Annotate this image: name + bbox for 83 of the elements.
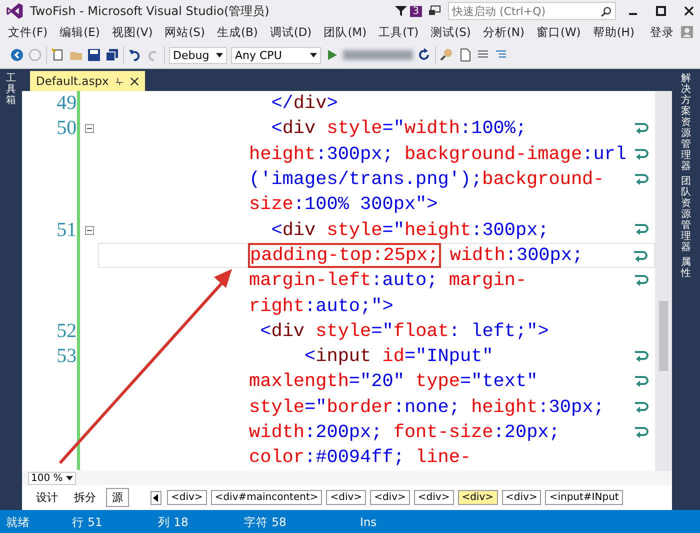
code-line: size:100% 300px"> bbox=[249, 194, 438, 216]
menu-item[interactable]: 文件(F) bbox=[2, 24, 54, 40]
line-number: 53 bbox=[56, 345, 77, 368]
menu-item[interactable]: 测试(S) bbox=[424, 24, 477, 40]
blurred-target bbox=[343, 50, 413, 60]
menu-item[interactable]: 编辑(E) bbox=[54, 24, 106, 40]
menu-item[interactable]: 工具(T) bbox=[372, 24, 425, 40]
collapse-icon[interactable] bbox=[84, 124, 94, 134]
insert-mode-indicator: Ins bbox=[359, 515, 377, 529]
quick-launch-field[interactable]: 快速启动 (Ctrl+Q) bbox=[448, 2, 616, 20]
dropdown-caret-icon bbox=[66, 476, 73, 480]
view-mode-button[interactable]: 拆分 bbox=[68, 488, 102, 507]
pin-icon[interactable] bbox=[114, 76, 124, 86]
menu-item[interactable]: 窗口(W) bbox=[530, 24, 587, 40]
status-text: 就绪 bbox=[5, 514, 31, 530]
breadcrumb-tag[interactable]: <div#maincontent> bbox=[210, 490, 322, 505]
char-indicator: 字符 58 bbox=[243, 514, 288, 530]
filter-icon[interactable] bbox=[394, 4, 408, 18]
document-icon[interactable] bbox=[458, 48, 472, 62]
breadcrumb-tag[interactable]: <div> bbox=[326, 490, 366, 505]
play-icon[interactable] bbox=[325, 48, 339, 62]
line-number: 51 bbox=[56, 218, 77, 242]
notification-count: 3 bbox=[410, 6, 422, 16]
code-line: padding-top:25px; width:300px; bbox=[250, 244, 584, 266]
code-line: <input id="INput" bbox=[304, 346, 494, 368]
maximize-icon[interactable] bbox=[654, 4, 668, 18]
configuration-dropdown[interactable]: Debug bbox=[169, 46, 227, 64]
code-line: margin-left:auto; margin- bbox=[249, 270, 527, 292]
document-tab[interactable]: Default.aspx bbox=[30, 71, 145, 91]
visual-studio-logo-icon bbox=[6, 2, 24, 20]
dropdown-caret-icon bbox=[310, 52, 317, 58]
line-indicator: 行 51 bbox=[71, 514, 104, 530]
breadcrumb-tag[interactable]: <div> bbox=[502, 490, 542, 505]
zoom-dropdown[interactable]: 100 % bbox=[28, 472, 76, 484]
vertical-scrollbar[interactable] bbox=[655, 91, 672, 471]
save-icon[interactable] bbox=[87, 48, 101, 62]
side-panel-tab[interactable]: 团队资源管理器 bbox=[681, 176, 691, 253]
breadcrumb-tag[interactable]: <input#INput bbox=[545, 490, 623, 505]
code-line: </div> bbox=[270, 93, 338, 114]
menu-item[interactable]: 生成(B) bbox=[210, 24, 264, 40]
save-all-icon[interactable] bbox=[105, 48, 119, 62]
sign-in-link[interactable]: 登录 bbox=[644, 24, 680, 40]
breadcrumb-tag[interactable]: <div> bbox=[458, 490, 498, 505]
search-icon[interactable] bbox=[601, 6, 612, 16]
code-line: style="border:none; height:30px; bbox=[249, 396, 604, 418]
line-number: 49 bbox=[56, 92, 77, 116]
menu-item[interactable]: 网站(S) bbox=[158, 24, 211, 40]
back-icon[interactable] bbox=[10, 48, 24, 62]
line-number: 50 bbox=[56, 117, 77, 140]
close-icon[interactable] bbox=[682, 4, 696, 18]
menu-item[interactable]: 帮助(H) bbox=[586, 24, 640, 40]
menu-item[interactable]: 分析(N) bbox=[476, 24, 530, 40]
code-line: <div style="float: left;"> bbox=[259, 320, 549, 342]
code-line: <div style="height:300px; bbox=[270, 220, 549, 241]
breadcrumb-tag[interactable]: <div> bbox=[167, 490, 207, 505]
breadcrumb-tag[interactable]: <div> bbox=[370, 490, 410, 505]
menu-item[interactable]: 团队(M) bbox=[318, 24, 373, 40]
code-line: maxlength="20" type="text" bbox=[249, 371, 538, 392]
find-icon[interactable] bbox=[440, 48, 454, 62]
undo-icon[interactable] bbox=[128, 48, 142, 62]
side-panel-tab[interactable]: 解决方案资源管理器 bbox=[681, 73, 691, 172]
line-number: 52 bbox=[56, 320, 77, 343]
scroll-left-icon[interactable] bbox=[149, 490, 163, 504]
dropdown-caret-icon bbox=[216, 52, 223, 58]
window-title: TwoFish - Microsoft Visual Studio(管理员) bbox=[30, 2, 270, 20]
column-indicator: 列 18 bbox=[157, 514, 190, 530]
collapse-icon[interactable] bbox=[84, 226, 94, 235]
view-mode-button[interactable]: 源 bbox=[106, 488, 129, 507]
side-panel-tab[interactable]: 属性 bbox=[681, 257, 691, 279]
code-line: height:300px; background-image:url bbox=[249, 144, 627, 165]
menu-item[interactable]: 视图(V) bbox=[106, 24, 159, 40]
refresh-icon[interactable] bbox=[417, 48, 431, 62]
code-line: width:200px; font-size:20px; bbox=[249, 422, 560, 443]
breadcrumb-tag[interactable]: <div> bbox=[414, 490, 454, 505]
code-line: ('images/trans.png');background- bbox=[249, 169, 604, 190]
menu-item[interactable]: 调试(D) bbox=[264, 24, 318, 40]
platform-dropdown[interactable]: Any CPU bbox=[231, 46, 321, 64]
code-line: right:auto;"> bbox=[249, 296, 394, 317]
toolbox-panel-tab[interactable]: 工具箱 bbox=[6, 73, 16, 106]
code-line: color:#0094ff; line- bbox=[249, 447, 472, 468]
close-icon[interactable] bbox=[130, 76, 139, 86]
code-line: <div style="width:100%; bbox=[270, 118, 527, 140]
view-mode-button[interactable]: 设计 bbox=[30, 488, 64, 507]
